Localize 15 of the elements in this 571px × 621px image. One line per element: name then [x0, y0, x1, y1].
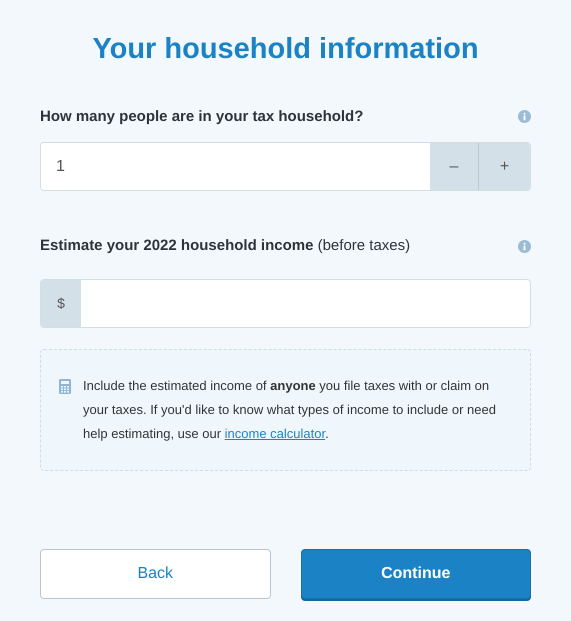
number-stepper[interactable]: 1 – + — [40, 142, 531, 191]
income-calculator-link[interactable]: income calculator — [224, 426, 326, 440]
info-icon[interactable] — [518, 110, 531, 124]
continue-button[interactable]: Continue — [300, 548, 531, 598]
question-label: Estimate your 2022 household income (before taxes) — [40, 236, 410, 256]
income-field[interactable]: $ — [40, 278, 531, 328]
decrement-button[interactable]: – — [430, 143, 479, 190]
currency-prefix: $ — [41, 280, 81, 326]
info-icon[interactable] — [518, 240, 531, 253]
page-title: Your household information — [91, 32, 480, 67]
question-label: How many people are in your tax household? — [40, 106, 364, 126]
increment-button[interactable]: + — [479, 143, 530, 190]
calculator-icon — [59, 378, 71, 394]
back-button[interactable]: Back — [40, 548, 270, 598]
info-text: Include the estimated income of anyone you file taxes with or claim on your taxes. If you'd like to know what types of income to include or need help estimating, use our income calculator. — [83, 376, 497, 443]
